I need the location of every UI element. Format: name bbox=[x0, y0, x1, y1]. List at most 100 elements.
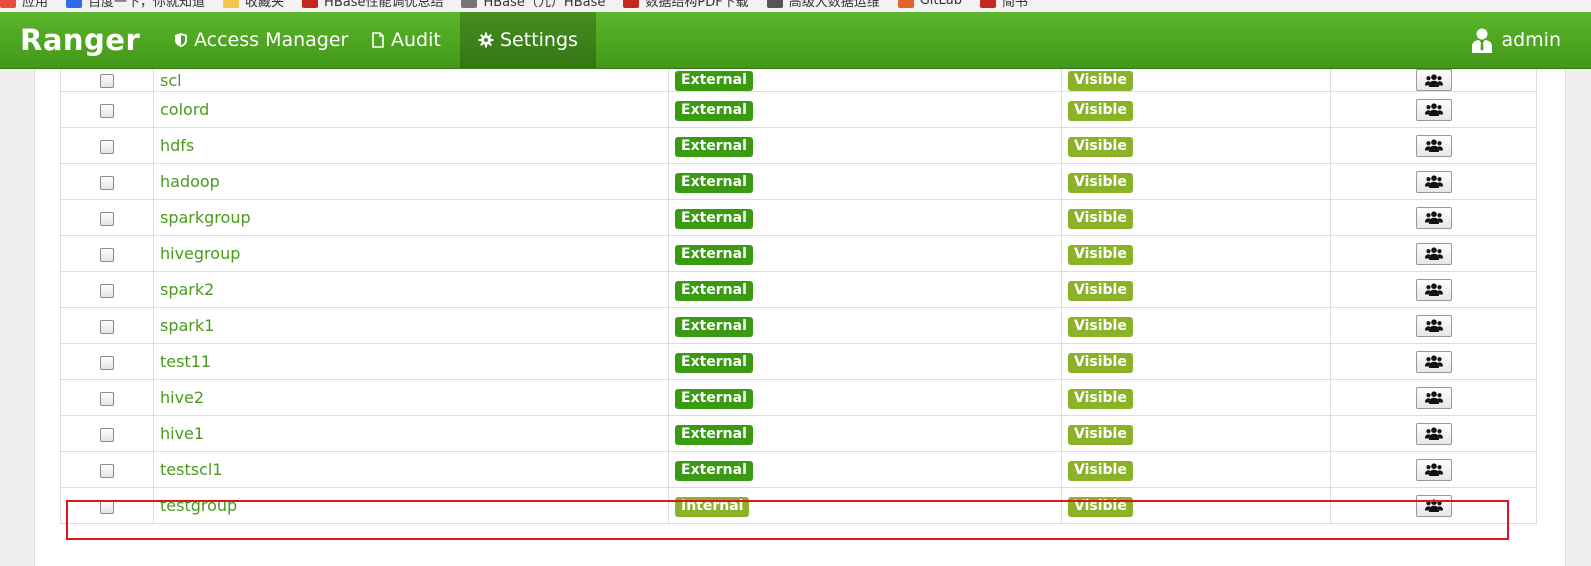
bookmark-item[interactable]: 应用 bbox=[0, 0, 48, 10]
show-users-button[interactable] bbox=[1415, 170, 1452, 193]
select-cell bbox=[60, 235, 154, 272]
nav-access-manager[interactable]: Access Manager bbox=[174, 12, 348, 68]
group-visibility-badge: Visible bbox=[1068, 280, 1133, 301]
show-users-button[interactable] bbox=[1415, 314, 1452, 337]
select-cell bbox=[60, 379, 154, 416]
gear-icon bbox=[478, 32, 494, 48]
show-users-button[interactable] bbox=[1415, 69, 1452, 91]
bookmark-item[interactable]: 百度一下，你就知道 bbox=[66, 0, 205, 10]
group-source-badge: External bbox=[675, 244, 753, 265]
group-source-badge: External bbox=[675, 460, 753, 481]
show-users-button[interactable] bbox=[1415, 386, 1452, 409]
group-name-cell: test11 bbox=[153, 343, 669, 380]
show-users-button[interactable] bbox=[1415, 242, 1452, 265]
group-name-cell: spark2 bbox=[153, 271, 669, 308]
group-actions-cell bbox=[1330, 91, 1537, 128]
select-cell bbox=[60, 451, 154, 488]
nav-settings-label: Settings bbox=[500, 29, 578, 51]
row-checkbox[interactable] bbox=[100, 427, 114, 442]
group-source-badge: Internal bbox=[675, 496, 750, 517]
users-icon bbox=[1424, 463, 1443, 476]
users-icon bbox=[1424, 283, 1443, 296]
group-visibility-badge: Visible bbox=[1068, 424, 1133, 445]
group-visibility-badge: Visible bbox=[1068, 244, 1133, 265]
show-users-button[interactable] bbox=[1415, 458, 1452, 481]
group-name-link[interactable]: hdfs bbox=[160, 136, 194, 155]
bookmark-item[interactable]: GitLab bbox=[897, 0, 962, 8]
show-users-button[interactable] bbox=[1415, 422, 1452, 445]
group-source-cell: External bbox=[668, 69, 1062, 92]
group-name-link[interactable]: hive1 bbox=[160, 424, 204, 443]
apps-icon bbox=[0, 0, 16, 8]
select-cell bbox=[60, 271, 154, 308]
show-users-button[interactable] bbox=[1415, 494, 1452, 517]
brand-logo[interactable]: Ranger bbox=[20, 12, 140, 68]
group-name-link[interactable]: testgroup bbox=[160, 496, 237, 515]
bookmark-item[interactable]: 简书 bbox=[979, 0, 1028, 10]
table-row: hadoop External Visible bbox=[60, 163, 1537, 200]
group-name-link[interactable]: spark2 bbox=[160, 280, 214, 299]
show-users-button[interactable] bbox=[1415, 98, 1452, 121]
bookmark-item[interactable]: 数据结构PDF下载 bbox=[623, 0, 749, 10]
table-row: hive1 External Visible bbox=[60, 415, 1537, 452]
group-actions-cell bbox=[1330, 307, 1537, 344]
group-source-cell: External bbox=[668, 415, 1062, 452]
group-name-link[interactable]: spark1 bbox=[160, 316, 214, 335]
group-visibility-cell: Visible bbox=[1061, 307, 1331, 344]
show-users-button[interactable] bbox=[1415, 134, 1452, 157]
row-checkbox[interactable] bbox=[100, 175, 114, 190]
group-source-badge: External bbox=[675, 352, 753, 373]
row-checkbox[interactable] bbox=[100, 319, 114, 334]
group-name-link[interactable]: hive2 bbox=[160, 388, 204, 407]
group-source-cell: External bbox=[668, 235, 1062, 272]
nav-audit[interactable]: Audit bbox=[371, 12, 441, 68]
row-checkbox[interactable] bbox=[100, 499, 114, 514]
select-cell bbox=[60, 415, 154, 452]
group-name-link[interactable]: scl bbox=[160, 71, 182, 90]
group-name-link[interactable]: test11 bbox=[160, 352, 211, 371]
csdn-icon bbox=[623, 0, 640, 8]
row-checkbox[interactable] bbox=[100, 74, 114, 88]
group-visibility-cell: Visible bbox=[1061, 379, 1331, 416]
group-visibility-badge: Visible bbox=[1068, 208, 1133, 229]
user-name: admin bbox=[1501, 29, 1561, 51]
show-users-button[interactable] bbox=[1415, 350, 1452, 373]
bookmark-item[interactable]: HBase（九）HBase bbox=[461, 0, 605, 10]
user-icon bbox=[1472, 28, 1493, 53]
group-name-link[interactable]: hadoop bbox=[160, 172, 220, 191]
group-visibility-cell: Visible bbox=[1061, 487, 1331, 524]
show-users-button[interactable] bbox=[1415, 206, 1452, 229]
group-name-link[interactable]: testscl1 bbox=[160, 460, 222, 479]
bookmark-label: 数据结构PDF下载 bbox=[645, 0, 749, 10]
bookmark-item[interactable]: HBase性能调优总结 bbox=[302, 0, 443, 10]
row-checkbox[interactable] bbox=[100, 463, 114, 478]
row-checkbox[interactable] bbox=[100, 139, 114, 154]
group-source-badge: External bbox=[675, 208, 753, 229]
group-name-link[interactable]: sparkgroup bbox=[160, 208, 251, 227]
table-row: testgroup Internal Visible bbox=[60, 487, 1537, 524]
page-icon bbox=[461, 0, 478, 8]
row-checkbox[interactable] bbox=[100, 355, 114, 370]
group-visibility-badge: Visible bbox=[1068, 352, 1133, 373]
row-checkbox[interactable] bbox=[100, 103, 114, 118]
select-cell bbox=[60, 199, 154, 236]
show-users-button[interactable] bbox=[1415, 278, 1452, 301]
nav-settings[interactable]: Settings bbox=[460, 12, 596, 68]
row-checkbox[interactable] bbox=[100, 283, 114, 298]
row-checkbox[interactable] bbox=[100, 391, 114, 406]
row-checkbox[interactable] bbox=[100, 211, 114, 226]
group-name-link[interactable]: hivegroup bbox=[160, 244, 240, 263]
bookmark-item[interactable]: 高级大数据运维 bbox=[766, 0, 880, 10]
group-visibility-badge: Visible bbox=[1068, 136, 1133, 157]
file-icon bbox=[372, 32, 384, 48]
shield-icon bbox=[175, 33, 187, 47]
select-cell bbox=[60, 163, 154, 200]
group-name-link[interactable]: colord bbox=[160, 100, 209, 119]
bookmark-label: 应用 bbox=[22, 0, 49, 10]
csdn-icon bbox=[302, 0, 319, 8]
bookmark-item[interactable]: 收藏夹 bbox=[223, 0, 284, 10]
select-cell bbox=[60, 127, 154, 164]
table-row: colord External Visible bbox=[60, 91, 1537, 128]
row-checkbox[interactable] bbox=[100, 247, 114, 262]
user-menu[interactable]: admin bbox=[1471, 12, 1561, 68]
